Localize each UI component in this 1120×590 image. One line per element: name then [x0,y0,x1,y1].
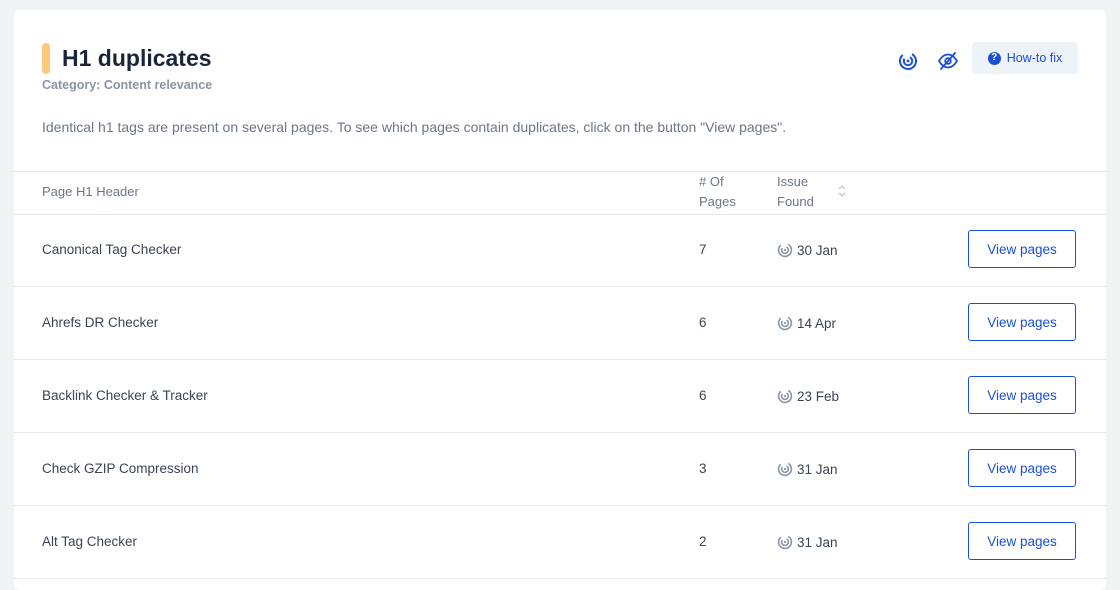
page-title: H1 duplicates [62,45,212,71]
column-pages-line2: Pages [699,194,736,209]
table-row: Canonical Tag Checker 7 30 Jan View page… [14,214,1106,287]
page-h1-header-cell: Backlink Checker & Tracker [42,388,208,403]
radar-icon [777,534,793,550]
sort-icon[interactable] [838,184,846,198]
table-header: Page H1 Header # Of Pages Issue Found [14,171,1106,215]
issue-description: Identical h1 tags are present on several… [42,119,787,135]
radar-icon[interactable] [894,47,922,75]
view-pages-button[interactable]: View pages [968,230,1076,268]
page-h1-header-cell: Check GZIP Compression [42,461,199,476]
pages-count-cell: 6 [699,315,707,330]
page-h1-header-cell: Ahrefs DR Checker [42,315,159,330]
issue-card: H1 duplicates Category: Content relevanc… [14,10,1106,590]
issue-found-cell: 23 Feb [777,360,839,432]
radar-icon [777,315,793,331]
table-row: Alt Tag Checker 2 31 Jan View pages [14,506,1106,579]
issue-found-cell: 14 Apr [777,287,836,359]
table-row: Backlink Checker & Tracker 6 23 Feb View… [14,360,1106,433]
column-issue-found-line2[interactable]: Found [777,192,814,212]
view-pages-button[interactable]: View pages [968,376,1076,414]
radar-icon [777,242,793,258]
column-page-h1-header: Page H1 Header [42,184,139,199]
issue-found-date: 30 Jan [797,242,838,258]
radar-icon [777,461,793,477]
view-pages-button[interactable]: View pages [968,449,1076,487]
radar-icon [777,388,793,404]
issue-found-cell: 31 Jan [777,506,838,578]
how-to-fix-label: How-to fix [1006,51,1063,65]
how-to-fix-button[interactable]: ? How-to fix [972,42,1078,74]
column-issue-found-line1[interactable]: Issue [777,172,808,192]
table-row: Ahrefs DR Checker 6 14 Apr View pages [14,287,1106,360]
page-h1-header-cell: Canonical Tag Checker [42,242,182,257]
table-row: Check GZIP Compression 3 31 Jan View pag… [14,433,1106,506]
issue-found-date: 14 Apr [797,315,837,331]
pages-count-cell: 3 [699,461,707,476]
question-circle-icon: ? [987,51,1001,65]
page-h1-header-cell: Alt Tag Checker [42,534,138,549]
pages-count-cell: 2 [699,534,707,549]
view-pages-button[interactable]: View pages [968,522,1076,560]
title-marker [42,43,50,74]
category-label: Category: Content relevance [42,78,213,92]
issue-found-date: 31 Jan [797,461,838,477]
pages-count-cell: 7 [699,242,707,257]
eye-off-icon[interactable] [934,47,962,75]
issue-found-date: 31 Jan [797,534,838,550]
issue-found-date: 23 Feb [797,388,840,404]
column-pages-line1: # Of [699,174,724,189]
issue-found-cell: 31 Jan [777,433,838,505]
view-pages-button[interactable]: View pages [968,303,1076,341]
pages-count-cell: 6 [699,388,707,403]
issue-found-cell: 30 Jan [777,214,838,286]
